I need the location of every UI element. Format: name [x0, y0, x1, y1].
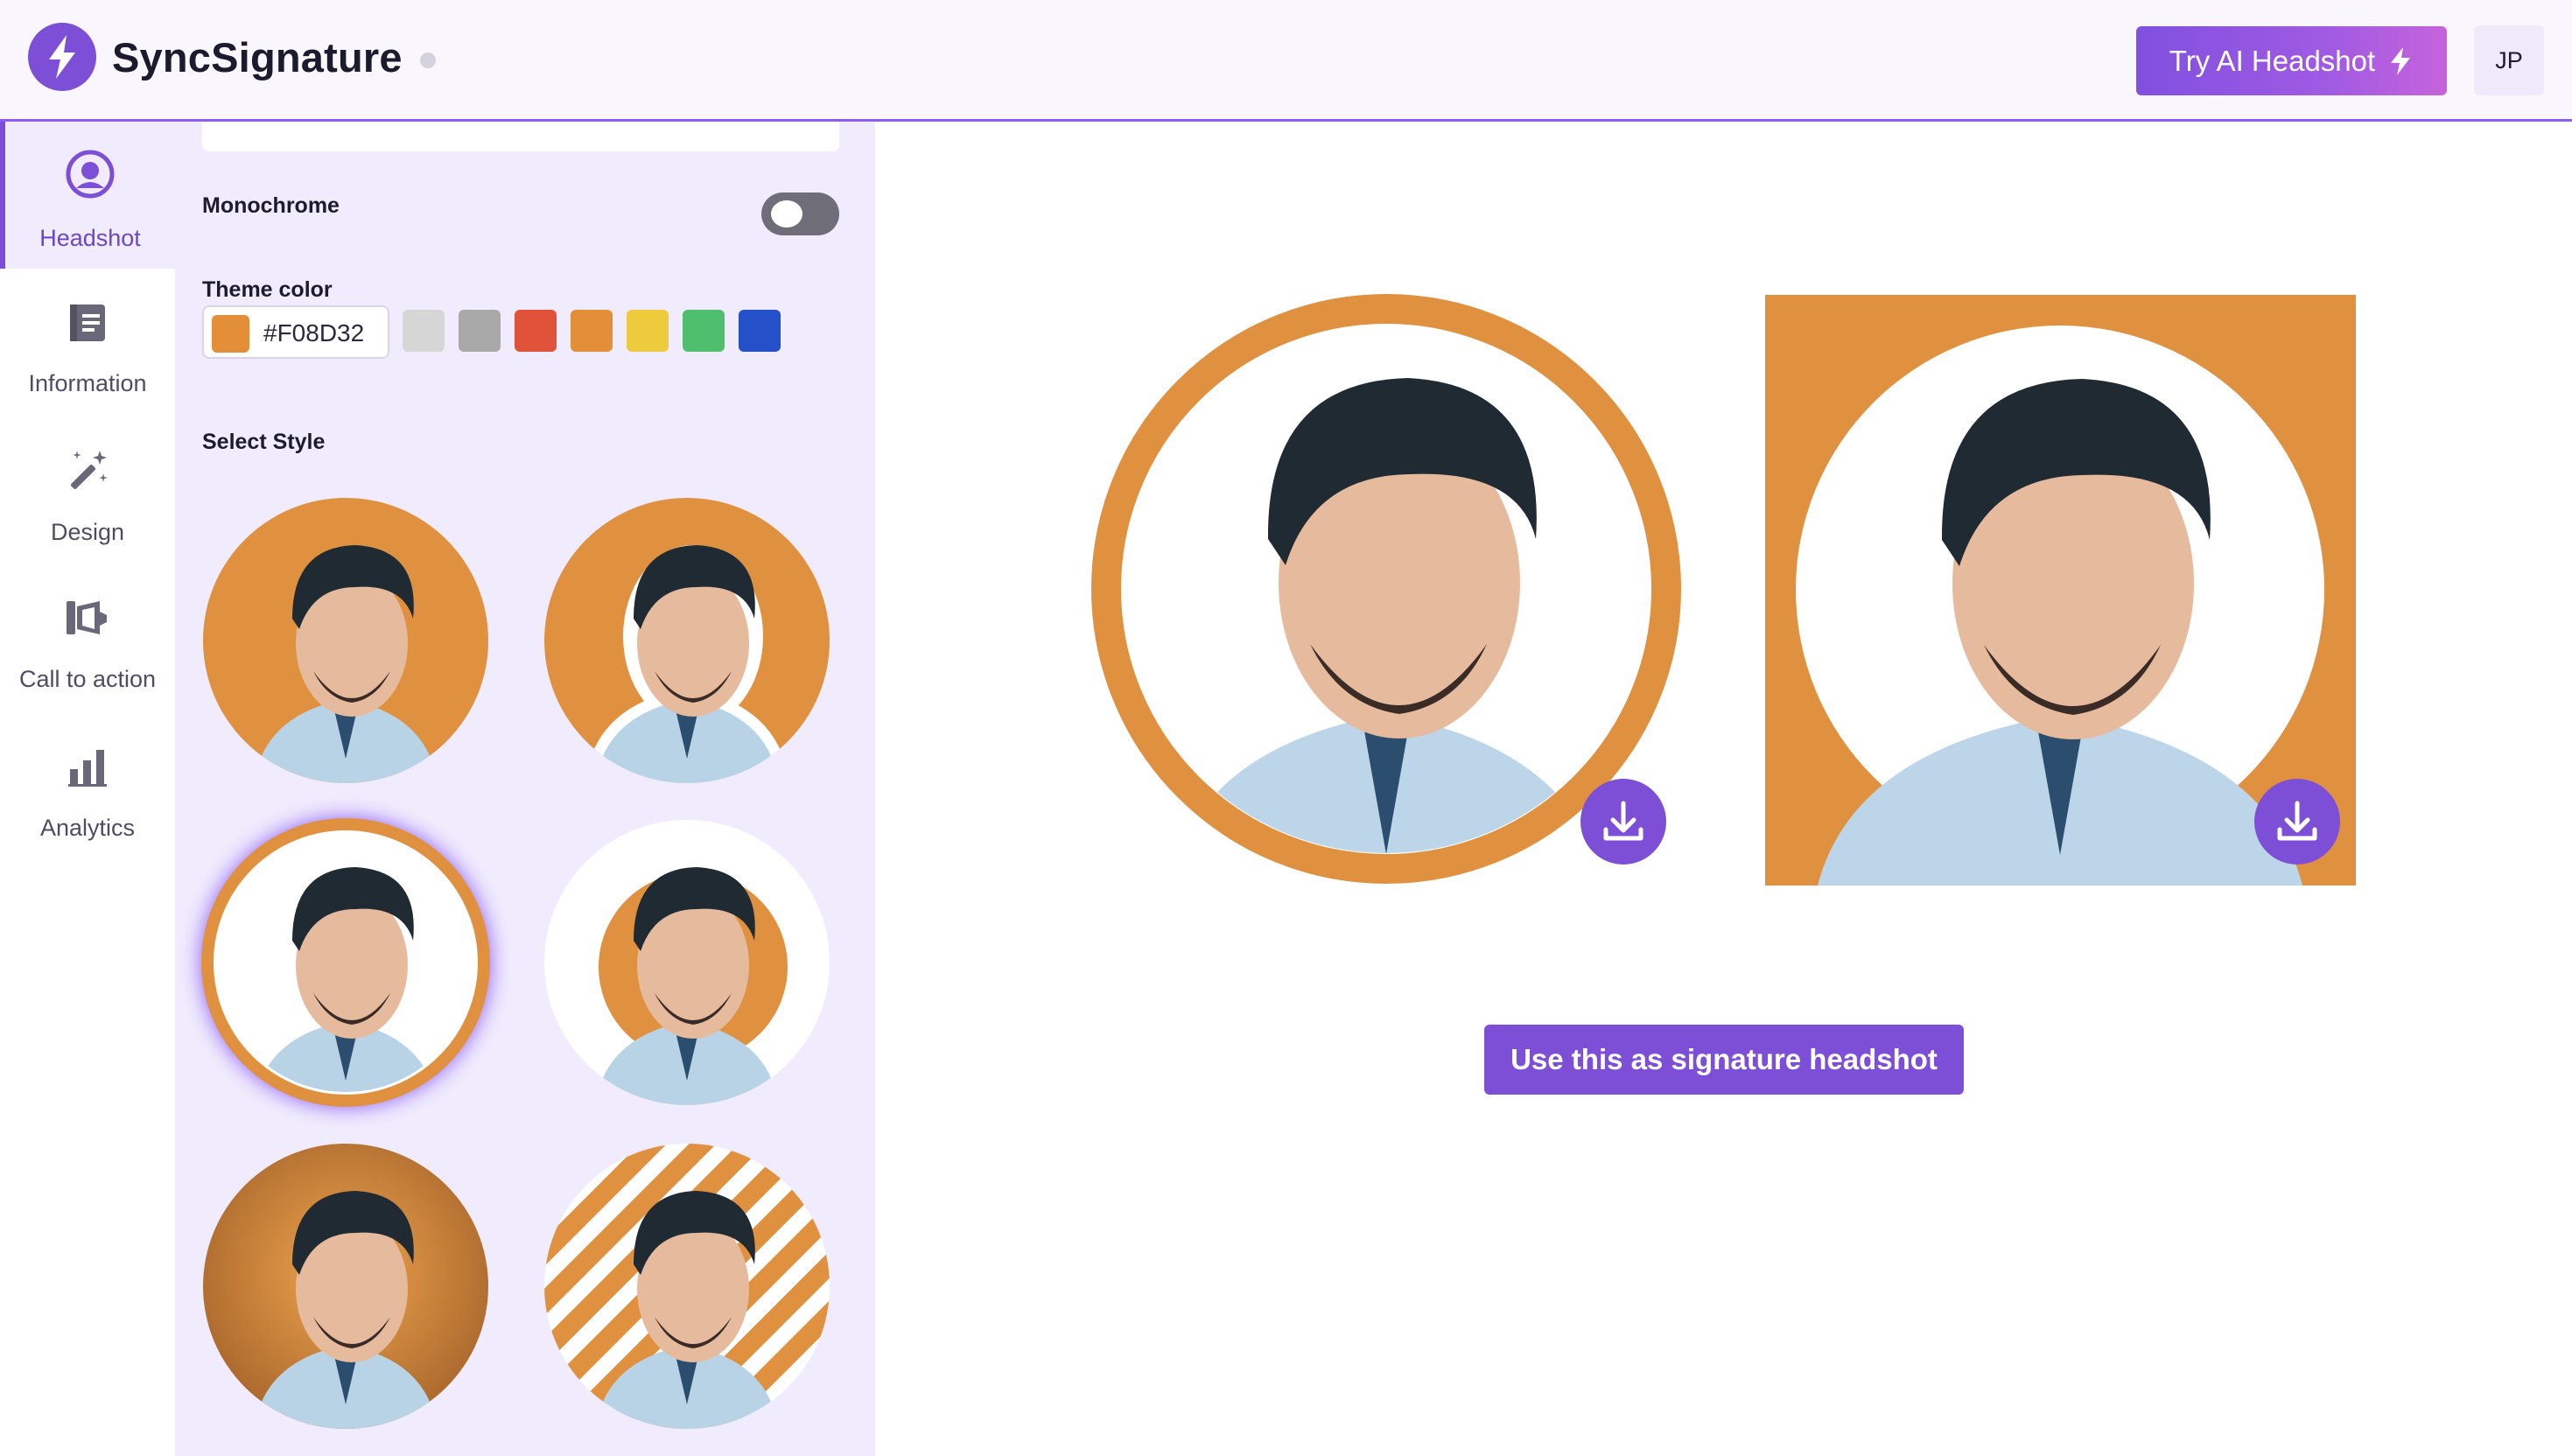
select-style-label: Select Style	[202, 430, 326, 454]
app-name: SyncSignature	[112, 34, 403, 80]
style-option-striped-circle[interactable]	[543, 1142, 831, 1431]
logo-icon[interactable]	[28, 23, 96, 91]
lightning-icon	[2391, 46, 2411, 75]
color-swatch-yellow[interactable]	[627, 310, 669, 352]
try-ai-headshot-label: Try AI Headshot	[2169, 44, 2376, 77]
color-swatch-orange[interactable]	[571, 310, 613, 352]
download-icon	[1603, 801, 1643, 841]
theme-color-value: #F08D32	[263, 319, 365, 346]
nav-label-design: Design	[50, 519, 125, 545]
sidebar-nav: Headshot Information Design Call to acti…	[0, 122, 175, 1456]
download-icon	[2277, 801, 2317, 841]
nav-label-analytics: Analytics	[39, 815, 136, 841]
user-avatar[interactable]: JP	[2474, 25, 2544, 95]
style-option-ring-border[interactable]	[201, 818, 490, 1107]
magic-wand-icon	[70, 451, 108, 490]
style-option-solid-circle[interactable]	[201, 496, 490, 785]
style-option-inner-circle[interactable]	[543, 818, 831, 1107]
theme-color-field[interactable]: #F08D32	[202, 305, 389, 359]
nav-item-information[interactable]: Information	[0, 269, 175, 416]
download-square-button[interactable]	[2254, 779, 2340, 864]
color-swatch-gray[interactable]	[459, 310, 501, 352]
color-swatch-blue[interactable]	[739, 310, 781, 352]
nav-label-call-to-action: Call to action	[18, 666, 157, 692]
style-option-gradient-circle[interactable]	[201, 1142, 490, 1431]
nav-item-headshot[interactable]: Headshot	[0, 122, 175, 269]
nav-item-design[interactable]: Design	[0, 417, 175, 564]
user-circle-icon	[66, 150, 115, 199]
headshot-settings-panel: Monochrome Theme color #F08D32 Select St…	[175, 122, 875, 1456]
monochrome-label: Monochrome	[202, 193, 340, 218]
nav-item-call-to-action[interactable]: Call to action	[0, 564, 175, 711]
theme-color-label: Theme color	[202, 277, 333, 302]
app-header: SyncSignature Try AI Headshot JP	[0, 0, 2572, 122]
megaphone-icon	[67, 601, 107, 634]
bar-chart-icon	[68, 750, 107, 787]
try-ai-headshot-button[interactable]: Try AI Headshot	[2136, 26, 2447, 95]
color-swatch-red[interactable]	[515, 310, 557, 352]
id-card-icon	[70, 304, 105, 341]
theme-color-preview	[212, 315, 249, 353]
upload-field[interactable]	[202, 122, 839, 151]
monochrome-toggle[interactable]	[761, 192, 839, 235]
color-swatch-light-gray[interactable]	[403, 310, 445, 352]
toggle-knob	[771, 200, 802, 228]
use-as-signature-headshot-button[interactable]: Use this as signature headshot	[1484, 1025, 1964, 1095]
color-swatch-green[interactable]	[683, 310, 725, 352]
nav-label-headshot: Headshot	[39, 225, 141, 251]
nav-item-analytics[interactable]: Analytics	[0, 713, 175, 860]
nav-label-information: Information	[28, 370, 147, 396]
download-circle-button[interactable]	[1580, 779, 1666, 864]
status-dot	[420, 52, 436, 68]
style-option-outlined-cutout[interactable]	[543, 496, 831, 785]
